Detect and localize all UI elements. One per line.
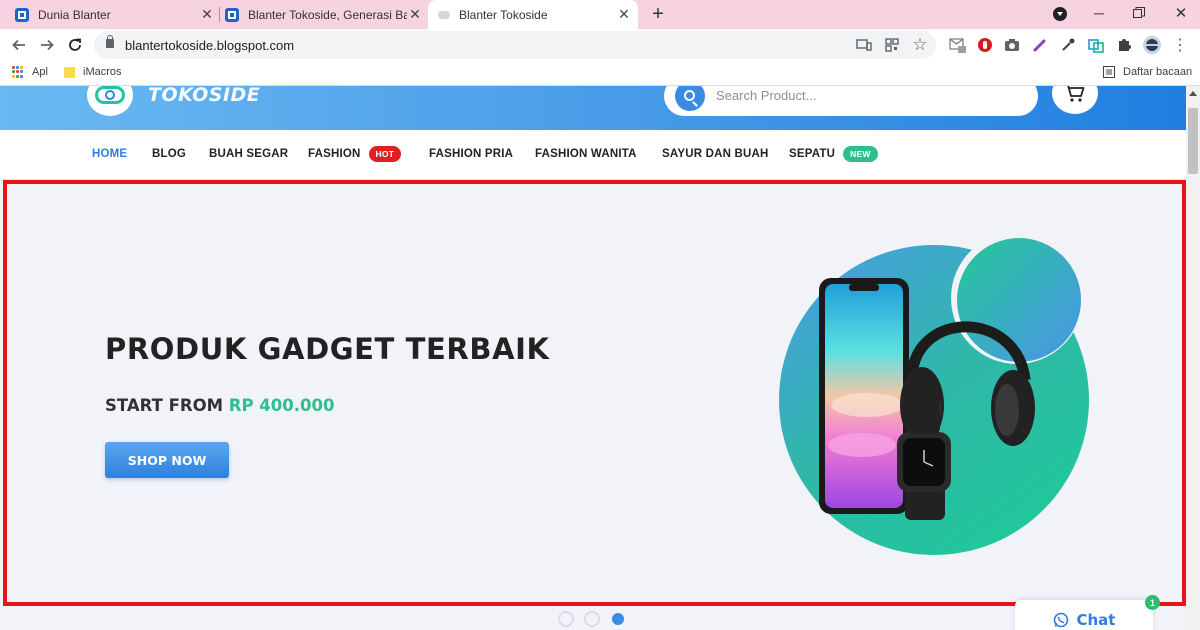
tab-blanter-tokoside[interactable]: Blanter Tokoside ✕	[428, 0, 638, 29]
lock-icon[interactable]	[106, 35, 114, 48]
search-input[interactable]	[716, 86, 1016, 104]
address-url: blantertokoside.blogspot.com	[125, 38, 295, 53]
hot-badge: HOT	[368, 146, 402, 162]
close-icon[interactable]: ✕	[616, 6, 632, 23]
tab-divider	[219, 7, 220, 22]
chat-label: Chat	[1076, 611, 1116, 629]
scroll-thumb[interactable]	[1188, 108, 1198, 174]
pen-extension-icon[interactable]	[1030, 35, 1050, 55]
site-logo-text[interactable]: TOKOSIDE	[148, 86, 260, 106]
main-nav: HOME BLOG BUAH SEGAR FASHION HOT FASHION…	[0, 130, 1186, 180]
browser-toolbar: blantertokoside.blogspot.com ☆ ⋮	[0, 29, 1200, 61]
tab-title: Blanter Tokoside	[459, 7, 548, 22]
bookmark-label: Apl	[32, 66, 48, 78]
tab-blanter-tokoside-generasi[interactable]: Blanter Tokoside, Generasi Baru d ✕	[225, 0, 423, 29]
install-app-icon[interactable]	[854, 35, 874, 55]
hero-subtitle: START FROM RP 400.000	[105, 396, 334, 415]
nav-fashion[interactable]: FASHION HOT	[308, 146, 402, 162]
slider-dot[interactable]	[558, 611, 574, 627]
cloud-icon	[438, 10, 450, 19]
search-button[interactable]	[675, 86, 705, 111]
whatsapp-chat-button[interactable]: Chat 1	[1015, 595, 1160, 630]
web-page: TOKOSIDE HOME BLOG BUAH SEGAR FASHION HO…	[0, 86, 1186, 630]
profile-avatar-icon[interactable]	[1142, 35, 1162, 55]
nav-blog[interactable]: BLOG	[152, 148, 186, 160]
back-button[interactable]	[7, 33, 31, 57]
chat-notification-badge: 1	[1145, 595, 1160, 610]
gadget-product-image	[779, 232, 1089, 555]
nav-fashion-wanita[interactable]: FASHION WANITA	[535, 148, 637, 160]
apps-grid-icon	[12, 66, 24, 78]
reading-list-label: Daftar bacaan	[1123, 66, 1193, 78]
logo-mark-icon	[95, 86, 125, 104]
hero-subtitle-prefix: START FROM	[105, 396, 224, 415]
address-bar[interactable]: blantertokoside.blogspot.com ☆	[94, 31, 936, 59]
close-icon[interactable]: ✕	[407, 6, 423, 23]
forward-button[interactable]	[35, 33, 59, 57]
new-badge: NEW	[843, 146, 878, 162]
bookmark-label: iMacros	[83, 66, 122, 78]
nav-sepatu[interactable]: SEPATU NEW	[789, 146, 878, 162]
qr-code-icon[interactable]	[882, 35, 902, 55]
cart-button[interactable]	[1052, 86, 1098, 114]
eyedropper-extension-icon[interactable]	[1058, 35, 1078, 55]
hero-slider: PRODUK GADGET TERBAIK START FROM RP 400.…	[3, 180, 1186, 606]
camera-extension-icon[interactable]	[1002, 35, 1022, 55]
hero-title: PRODUK GADGET TERBAIK	[105, 332, 550, 366]
site-logo[interactable]	[87, 86, 133, 116]
arrow-left-icon	[12, 39, 25, 51]
page-scrollbar[interactable]	[1186, 86, 1200, 630]
site-header: TOKOSIDE	[0, 86, 1186, 130]
bookmark-apl[interactable]: Apl	[12, 66, 48, 78]
reload-button[interactable]	[63, 33, 87, 57]
tab-title: Blanter Tokoside, Generasi Baru d	[248, 7, 407, 22]
puzzle-extensions-icon[interactable]	[1114, 35, 1134, 55]
close-icon[interactable]: ✕	[199, 6, 215, 23]
browser-tab-strip: Dunia Blanter ✕ Blanter Tokoside, Genera…	[0, 0, 1200, 29]
menu-kebab-icon[interactable]: ⋮	[1170, 35, 1190, 55]
nav-home[interactable]: HOME	[92, 148, 127, 160]
cart-icon	[1067, 86, 1085, 102]
bookmarks-bar: Apl iMacros Daftar bacaan	[0, 61, 1200, 86]
minimize-button[interactable]: ─	[1090, 5, 1108, 23]
chevron-down-icon	[1057, 12, 1063, 16]
nav-buah-segar[interactable]: BUAH SEGAR	[209, 148, 288, 160]
product-search	[664, 86, 1038, 116]
gmail-extension-icon[interactable]	[948, 35, 968, 55]
bookmark-imacros[interactable]: iMacros	[64, 66, 122, 78]
restore-icon	[1133, 7, 1145, 18]
adblock-extension-icon[interactable]	[975, 35, 995, 55]
slider-dot[interactable]	[584, 611, 600, 627]
hero-price: RP 400.000	[228, 396, 335, 415]
tab-search-button[interactable]	[1053, 7, 1067, 21]
blanter-icon	[225, 7, 239, 22]
nav-fashion-pria[interactable]: FASHION PRIA	[429, 148, 513, 160]
reload-icon	[69, 38, 81, 51]
search-icon	[683, 89, 695, 101]
sync-extension-icon[interactable]	[1086, 35, 1106, 55]
blanter-icon	[15, 7, 29, 22]
folder-icon	[64, 66, 75, 78]
shop-now-button[interactable]: SHOP NOW	[105, 442, 229, 478]
reading-list-icon	[1103, 66, 1115, 78]
bookmark-star-icon[interactable]: ☆	[910, 35, 930, 55]
slider-dot-active[interactable]	[612, 613, 624, 625]
restore-button[interactable]	[1133, 6, 1145, 18]
whatsapp-icon	[1053, 612, 1068, 628]
slider-pagination	[558, 611, 626, 627]
reading-list-button[interactable]: Daftar bacaan	[1103, 66, 1192, 78]
tab-dunia-blanter[interactable]: Dunia Blanter ✕	[15, 0, 215, 29]
new-tab-button[interactable]: +	[648, 3, 668, 25]
nav-sayur-dan-buah[interactable]: SAYUR DAN BUAH	[662, 148, 769, 160]
arrow-right-icon	[41, 39, 54, 51]
close-window-button[interactable]: ✕	[1172, 4, 1190, 22]
scroll-up-arrow-icon[interactable]	[1189, 91, 1197, 96]
tab-title: Dunia Blanter	[38, 7, 111, 22]
